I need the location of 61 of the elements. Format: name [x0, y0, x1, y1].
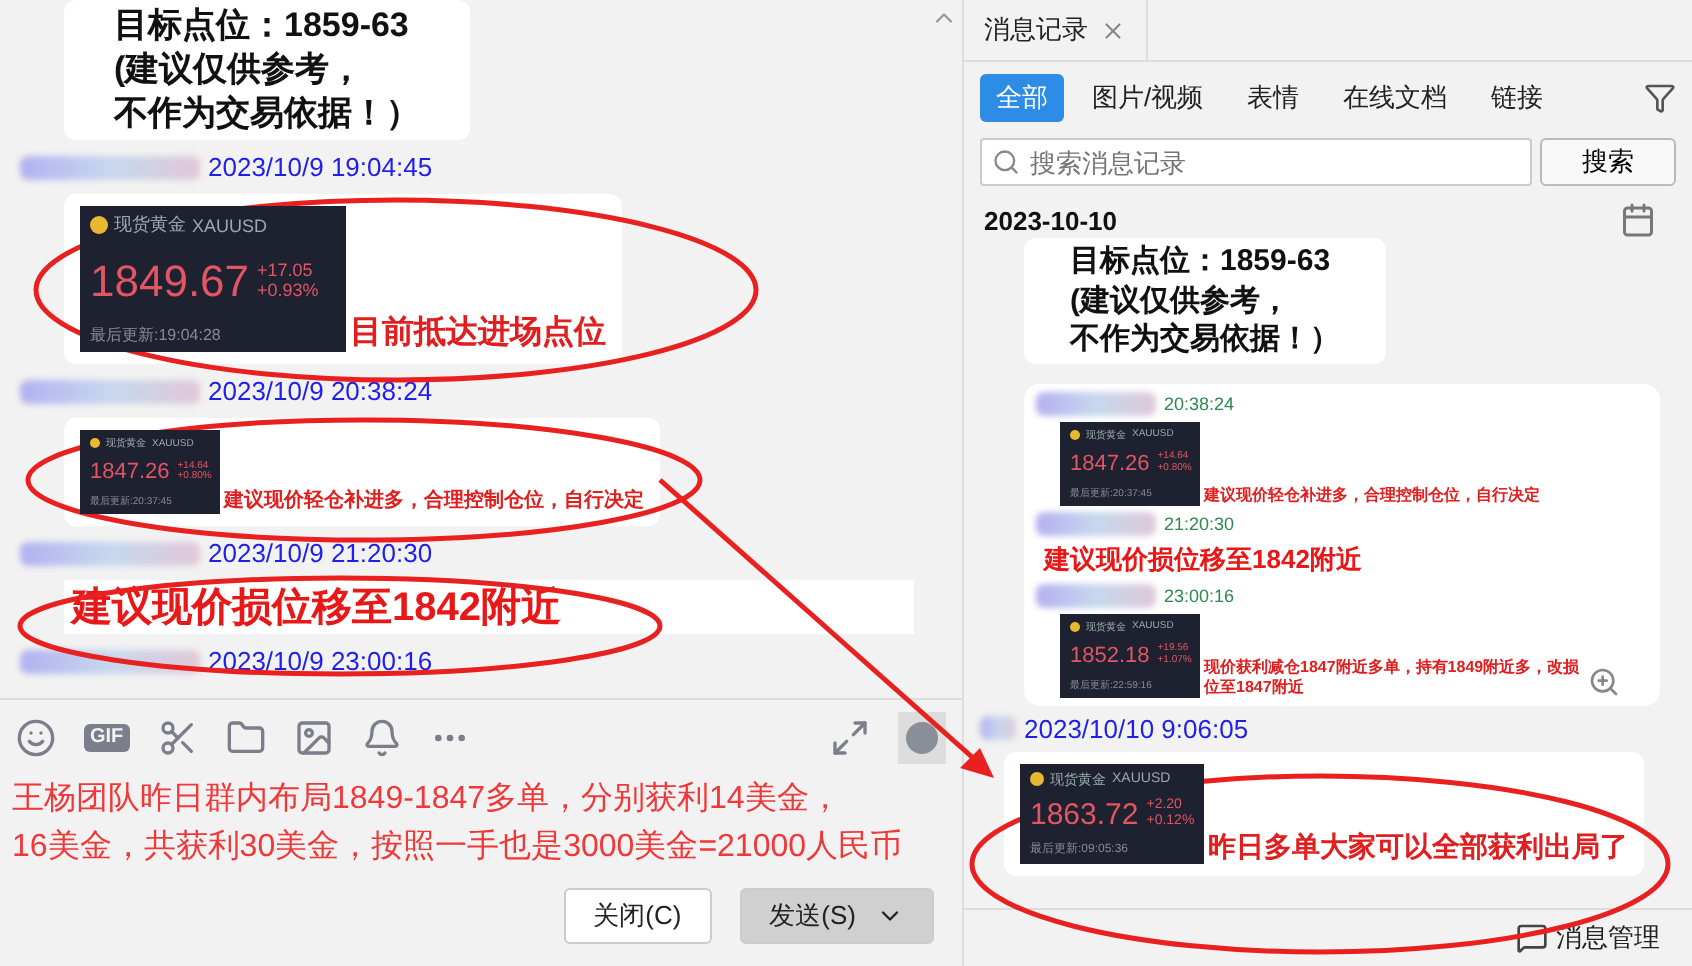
message-caption: 建议现价轻仓补进多，合理控制仓位，自行决定	[224, 490, 644, 515]
coin-icon	[90, 216, 108, 235]
quote-symbol: XAUUSD	[192, 215, 268, 236]
quote-updated: 最后更新:19:04:28	[90, 324, 223, 347]
scissors-icon[interactable]	[157, 718, 198, 758]
message-time: 2023/10/9 19:04:45	[208, 152, 433, 183]
quote-price: 1849.67	[90, 255, 250, 308]
gif-button[interactable]: GIF	[84, 724, 130, 752]
record-button[interactable]	[898, 712, 946, 764]
message-caption: 目前抵达进场点位	[350, 314, 606, 353]
emoji-icon[interactable]	[16, 718, 56, 758]
date-heading: 2023-10-10	[984, 205, 1117, 235]
message-time: 21:20:30	[1164, 513, 1235, 533]
quote-percent: +0.93%	[257, 281, 319, 302]
filter-tab[interactable]: 链接	[1475, 74, 1560, 122]
message-time: 23:00:16	[1164, 585, 1235, 605]
message-icon[interactable]	[1516, 922, 1548, 954]
calendar-icon[interactable]	[1620, 202, 1656, 238]
message-caption: 建议现价轻仓补进多，合理控制仓位，自行决定	[1204, 485, 1540, 505]
search-button[interactable]: 搜索	[1540, 138, 1676, 186]
message-time: 2023/10/9 21:20:30	[208, 538, 433, 569]
close-button[interactable]: 关闭(C)	[563, 888, 712, 944]
message-text: 目标点位：1859-63 (建议仅供参考， 不作为交易依据！）	[1067, 242, 1342, 359]
search-icon	[992, 148, 1020, 176]
send-button[interactable]: 发送(S)	[739, 888, 934, 944]
message-caption: 现价获利减仓1847附近多单，持有1849附近多，改损位至1847附近	[1204, 658, 1582, 697]
quote-price: 1852.18	[1070, 643, 1150, 667]
filter-tab[interactable]: 全部	[980, 74, 1064, 122]
blurred-name	[1036, 391, 1156, 415]
message-caption: 昨日多单大家可以全部获利出局了	[1208, 829, 1628, 863]
bell-icon[interactable]	[361, 718, 402, 758]
filter-tab[interactable]: 在线文档	[1327, 74, 1464, 122]
quote-change: +17.05	[257, 261, 315, 282]
blurred-name	[1036, 583, 1156, 607]
message-time: 2023/10/9 23:00:16	[208, 646, 433, 677]
message-time: 2023/10/9 20:38:24	[208, 376, 433, 407]
filter-tab[interactable]: 表情	[1231, 74, 1316, 122]
quote-name: 现货黄金	[114, 212, 186, 239]
coin-icon	[1030, 772, 1044, 786]
message-text: 目标点位：1859-63 (建议仅供参考， 不作为交易依据！）	[111, 4, 422, 137]
filter-icon[interactable]	[1644, 82, 1676, 114]
zoom-icon[interactable]	[1588, 665, 1620, 697]
coin-icon	[1070, 429, 1080, 439]
coin-icon	[1070, 621, 1080, 631]
search-field[interactable]: 搜索消息记录	[980, 138, 1532, 186]
blurred-name	[1036, 511, 1156, 535]
quote-price: 1847.26	[90, 460, 170, 485]
expand-icon[interactable]	[830, 718, 870, 758]
quote-price: 1847.26	[1070, 451, 1150, 475]
quote-price: 1863.72	[1030, 797, 1139, 831]
folder-icon[interactable]	[225, 718, 266, 758]
message-time: 2023/10/10 9:06:05	[1024, 713, 1249, 743]
image-icon[interactable]	[293, 718, 334, 758]
message-input[interactable]: 王杨团队昨日群内布局1849-1847多单，分别获利14美金， 16美金，共获利30美金，按照一手也是3000美金=21000人民币	[0, 776, 962, 880]
coin-icon	[90, 438, 100, 449]
blurred-name	[980, 716, 1016, 740]
close-icon[interactable]	[1100, 17, 1126, 43]
message-time: 20:38:24	[1164, 393, 1235, 413]
history-tab[interactable]: 消息记录	[964, 0, 1148, 60]
circle-icon	[906, 722, 938, 754]
filter-tab[interactable]: 图片/视频	[1076, 74, 1220, 122]
